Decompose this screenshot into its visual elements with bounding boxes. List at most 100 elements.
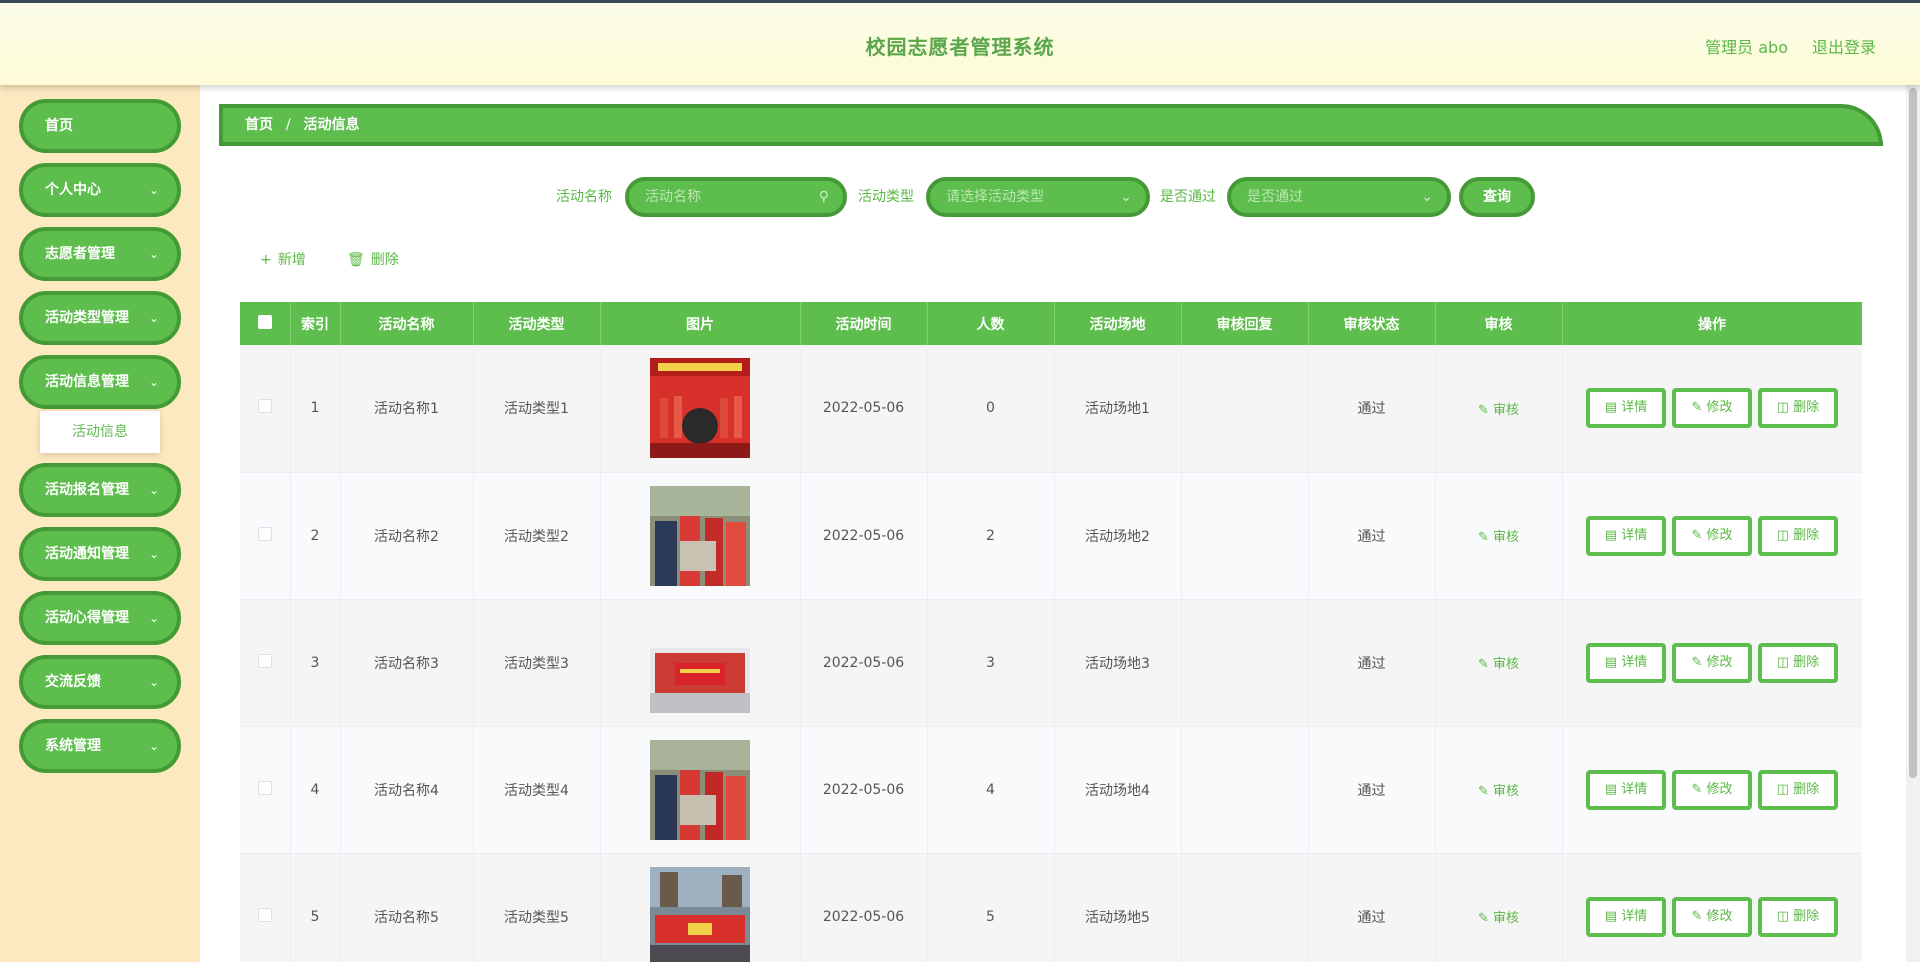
activity-type-select[interactable]: 请选择活动类型 ⌄	[926, 177, 1150, 217]
name-cell: 活动名称2	[340, 472, 474, 600]
delete-button[interactable]: ◫ 删除	[1758, 896, 1838, 937]
column-header: 活动名称	[340, 302, 474, 345]
chevron-down-icon: ⌄	[148, 311, 159, 325]
activity-photo	[650, 358, 750, 459]
column-header: 审核回复	[1181, 302, 1309, 345]
detail-label: 详情	[1621, 781, 1648, 797]
sidebar-item-home[interactable]: 首页	[19, 99, 181, 153]
detail-button[interactable]: ▤ 详情	[1586, 388, 1666, 429]
activity-type-placeholder: 请选择活动类型	[946, 189, 1044, 205]
table-row: 4 活动名称4 活动类型4 2022-05-06 4 活动场地4 通过 ✎ 审核…	[240, 726, 1862, 854]
logout-link[interactable]: 退出登录	[1812, 34, 1876, 58]
row-checkbox[interactable]	[257, 780, 272, 795]
image-cell	[600, 345, 801, 473]
sidebar-item-activity-info[interactable]: 活动信息管理 ⌄	[19, 355, 181, 409]
time-cell: 2022-05-06	[800, 345, 928, 473]
edit-button[interactable]: ✎ 修改	[1672, 642, 1752, 683]
status-cell: 通过	[1308, 726, 1436, 854]
breadcrumb-home[interactable]: 首页	[245, 117, 273, 133]
pass-status-select[interactable]: 是否通过 ⌄	[1227, 177, 1451, 217]
delete-button[interactable]: ◫ 删除	[1758, 769, 1838, 810]
trash-icon: ◫	[1776, 654, 1790, 670]
edit-button[interactable]: ✎ 修改	[1672, 388, 1752, 429]
audit-label: 审核	[1493, 402, 1520, 418]
detail-label: 详情	[1621, 400, 1648, 416]
edit-icon: ✎	[1477, 530, 1489, 545]
sidebar-item-label: 活动通知管理	[45, 546, 129, 562]
venue-cell: 活动场地5	[1054, 853, 1182, 962]
detail-button[interactable]: ▤ 详情	[1586, 896, 1666, 937]
document-icon: ▤	[1604, 654, 1618, 670]
sidebar-item-reflections[interactable]: 活动心得管理 ⌄	[19, 591, 181, 645]
row-select-cell	[240, 599, 291, 727]
detail-button[interactable]: ▤ 详情	[1586, 642, 1666, 683]
sidebar-item-volunteers[interactable]: 志愿者管理 ⌄	[19, 227, 181, 281]
add-button[interactable]: + 新增	[260, 249, 306, 269]
document-icon: ▤	[1604, 527, 1618, 543]
document-icon: ▤	[1604, 400, 1618, 416]
chevron-down-icon: ⌄	[148, 611, 159, 625]
detail-label: 详情	[1621, 527, 1648, 543]
sidebar-item-notices[interactable]: 活动通知管理 ⌄	[19, 527, 181, 581]
row-select-cell	[240, 726, 291, 854]
bulk-delete-button[interactable]: 🗑 删除	[347, 249, 399, 269]
audit-cell: ✎ 审核	[1435, 345, 1563, 473]
delete-button[interactable]: ◫ 删除	[1758, 515, 1838, 556]
image-cell	[600, 472, 801, 600]
plus-icon: +	[260, 252, 272, 268]
image-cell	[600, 599, 801, 727]
edit-button[interactable]: ✎ 修改	[1672, 896, 1752, 937]
detail-button[interactable]: ▤ 详情	[1586, 769, 1666, 810]
row-checkbox[interactable]	[257, 526, 272, 541]
sidebar-item-feedback[interactable]: 交流反馈 ⌄	[19, 655, 181, 709]
name-cell: 活动名称5	[340, 853, 474, 962]
audit-link[interactable]: ✎ 审核	[1478, 657, 1519, 672]
audit-cell: ✎ 审核	[1435, 472, 1563, 600]
sidebar-item-system[interactable]: 系统管理 ⌄	[19, 719, 181, 773]
sidebar-item-registrations[interactable]: 活动报名管理 ⌄	[19, 463, 181, 517]
sidebar-item-personal-center[interactable]: 个人中心 ⌄	[19, 163, 181, 217]
query-button[interactable]: 查询	[1459, 177, 1535, 217]
delete-button[interactable]: ◫ 删除	[1758, 642, 1838, 683]
delete-button[interactable]: ◫ 删除	[1758, 388, 1838, 429]
audit-link[interactable]: ✎ 审核	[1478, 784, 1519, 799]
audit-link[interactable]: ✎ 审核	[1478, 911, 1519, 926]
column-header: 审核	[1435, 302, 1563, 345]
row-checkbox[interactable]	[257, 399, 272, 414]
activity-type-label: 活动类型	[858, 189, 914, 205]
breadcrumb-current: 活动信息	[303, 117, 360, 133]
edit-icon: ✎	[1477, 402, 1489, 418]
sidebar-subitem-activity-info[interactable]: 活动信息	[40, 411, 160, 453]
edit-icon: ✎	[1691, 400, 1703, 416]
sidebar-item-activity-types[interactable]: 活动类型管理 ⌄	[19, 291, 181, 345]
reply-cell	[1181, 853, 1309, 962]
trash-icon: ◫	[1776, 527, 1790, 543]
activity-photo	[650, 739, 750, 840]
trash-icon: ◫	[1776, 908, 1790, 924]
activity-name-input[interactable]: 活动名称 ⚲	[625, 177, 847, 217]
actions-cell: ▤ 详情 ✎ 修改 ◫ 删除	[1562, 726, 1862, 854]
edit-button[interactable]: ✎ 修改	[1672, 769, 1752, 810]
table-header-row: 索引 活动名称 活动类型 图片 活动时间 人数 活动场地 审核回复 审核状态 审…	[240, 302, 1862, 345]
activity-name-placeholder: 活动名称	[645, 189, 701, 205]
row-checkbox[interactable]	[257, 653, 272, 668]
activity-table: 索引 活动名称 活动类型 图片 活动时间 人数 活动场地 审核回复 审核状态 审…	[240, 302, 1862, 962]
select-all-checkbox[interactable]	[257, 314, 272, 329]
venue-cell: 活动场地3	[1054, 599, 1182, 727]
detail-button[interactable]: ▤ 详情	[1586, 515, 1666, 556]
column-header: 索引	[290, 302, 341, 345]
activity-name-label: 活动名称	[556, 189, 612, 205]
trash-icon: ◫	[1776, 781, 1790, 797]
actions-cell: ▤ 详情 ✎ 修改 ◫ 删除	[1562, 599, 1862, 727]
sidebar: 首页 个人中心 ⌄ 志愿者管理 ⌄ 活动类型管理 ⌄ 活动信息管理 ⌄ 活动信息…	[0, 85, 200, 962]
scrollbar-thumb[interactable]	[1909, 88, 1917, 778]
edit-button[interactable]: ✎ 修改	[1672, 515, 1752, 556]
pass-status-placeholder: 是否通过	[1247, 189, 1303, 205]
row-checkbox[interactable]	[257, 907, 272, 922]
vertical-scrollbar[interactable]	[1906, 85, 1920, 962]
edit-label: 修改	[1706, 654, 1733, 670]
edit-icon: ✎	[1691, 654, 1703, 670]
audit-link[interactable]: ✎ 审核	[1478, 530, 1519, 545]
audit-link[interactable]: ✎ 审核	[1478, 403, 1519, 418]
index-cell: 4	[290, 726, 341, 854]
